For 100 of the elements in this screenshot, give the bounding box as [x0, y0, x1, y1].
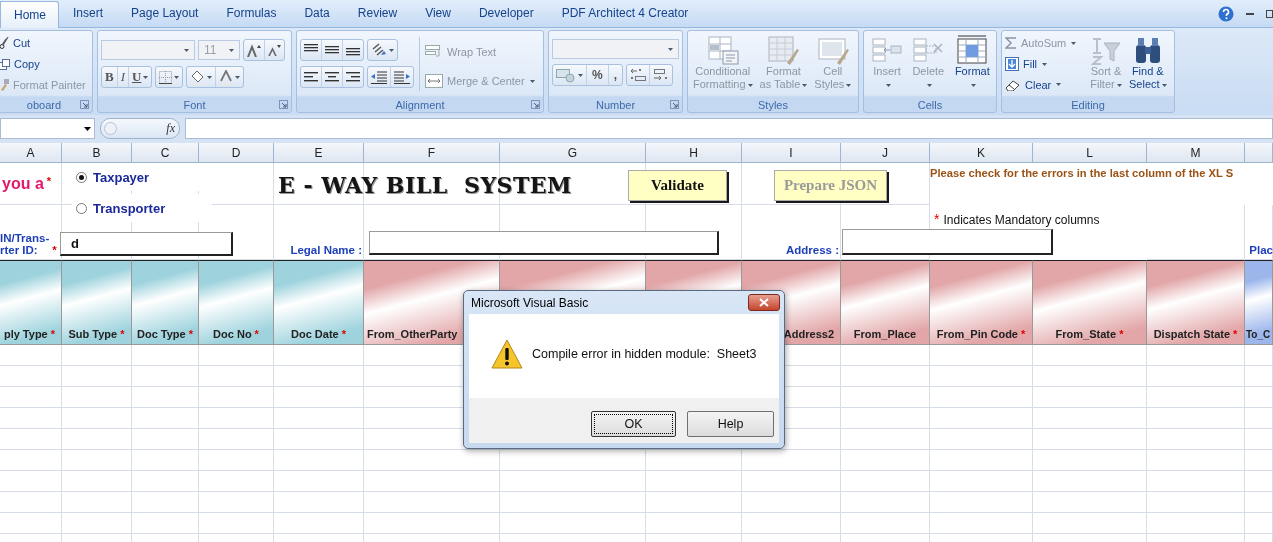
ribbon-tab[interactable]: Data [290, 6, 344, 27]
table-brush-icon [767, 35, 800, 65]
insert-function-button[interactable]: fx [166, 121, 175, 136]
increase-indent-icon [394, 70, 410, 84]
ribbon-tab[interactable]: Developer [464, 6, 548, 27]
dialog-message: Compile error in hidden module: Sheet3 [532, 347, 757, 361]
caret-icon [174, 75, 180, 79]
column-heading-cell: Doc No * [199, 260, 274, 345]
font-style-button[interactable]: I [117, 67, 129, 87]
ribbon-tab[interactable]: Home [0, 1, 59, 28]
column-header[interactable]: L [1033, 143, 1147, 163]
group-label: Cells [917, 98, 943, 111]
number-style-button[interactable]: % [587, 65, 609, 85]
ribbon-tab[interactable]: View [411, 6, 465, 27]
caret-icon [229, 48, 234, 52]
caret-icon [235, 75, 241, 79]
ribbon-button[interactable]: Find & Select [1127, 33, 1169, 95]
warning-icon [491, 339, 523, 369]
align-middle-icon [325, 44, 339, 56]
dialog-button[interactable]: Help [687, 411, 774, 437]
column-heading-cell: Doc Type * [132, 260, 199, 345]
format-cells-icon [956, 35, 989, 65]
caret-icon [1056, 83, 1062, 87]
close-button[interactable] [748, 294, 780, 311]
caret-icon [143, 75, 149, 79]
field-label: IN/Trans- rter ID: * [0, 232, 58, 258]
input-field[interactable]: d [60, 232, 233, 256]
ribbon-tab[interactable]: Insert [59, 6, 118, 27]
column-header[interactable]: F [364, 143, 500, 163]
caret-icon [1116, 83, 1122, 87]
fill-bucket-icon [190, 69, 206, 85]
font-style-button[interactable]: U [129, 67, 152, 87]
dialog-launcher-icon [670, 100, 679, 109]
caret-icon [529, 79, 535, 83]
sheet-button[interactable]: Validate [628, 170, 727, 201]
column-header[interactable]: G [500, 143, 646, 163]
currency-icon [556, 67, 576, 83]
ribbon-button[interactable]: Format [951, 33, 993, 95]
column-heading-cell: From_State * [1033, 260, 1147, 345]
group-label: Font [183, 98, 206, 111]
decrease-decimal-icon [653, 68, 669, 82]
formula-field[interactable] [185, 118, 1273, 139]
column-header[interactable]: E [274, 143, 364, 163]
column-heading-cell: Doc Date * [274, 260, 364, 345]
font-shrink-icon [268, 44, 281, 56]
restore-icon [1266, 9, 1273, 18]
align-center-icon [325, 71, 339, 83]
error-note: Please check for the errors in the last column of the XL S [930, 163, 1273, 205]
caret-icon [578, 73, 583, 77]
dialog-launcher-icon [531, 100, 540, 109]
column-header[interactable]: A [0, 143, 62, 163]
input-field[interactable] [842, 229, 1053, 255]
fill-color-button[interactable] [187, 67, 217, 87]
ribbon-command[interactable]: Cut [0, 33, 86, 54]
close-icon [759, 298, 769, 307]
group-label: oboard [26, 98, 62, 111]
column-header[interactable]: M [1147, 143, 1245, 163]
column-header[interactable]: C [132, 143, 199, 163]
column-header[interactable]: J [841, 143, 930, 163]
column-heading-cell: From_Pin Code * [930, 260, 1033, 345]
dialog-button[interactable]: OK [591, 411, 676, 437]
column-header[interactable]: I [742, 143, 841, 163]
field-label: Legal Name : [289, 244, 363, 258]
group-label: Number [595, 98, 636, 111]
align-left-button[interactable] [301, 67, 322, 87]
ribbon-command[interactable]: Clear [1005, 74, 1085, 95]
sigma-icon [1005, 37, 1017, 50]
copy-icon [0, 58, 10, 70]
align-top-button[interactable] [301, 40, 322, 60]
ribbon-tab[interactable]: Review [343, 6, 412, 27]
column-heading-cell: From_Place [841, 260, 930, 345]
ribbon-command[interactable]: Fill [1005, 53, 1085, 75]
align-center-button[interactable] [322, 67, 343, 87]
radio-button[interactable]: Transporter [72, 194, 212, 222]
grow-font-button[interactable] [244, 40, 265, 60]
column-header[interactable]: D [199, 143, 274, 163]
cell-styles-brush-icon [816, 35, 849, 65]
align-middle-button[interactable] [322, 40, 343, 60]
number-style-button[interactable]: , [608, 65, 622, 85]
column-header[interactable]: B [62, 143, 132, 163]
merge-cells-icon [425, 74, 443, 88]
caret-icon [389, 48, 394, 52]
caret-icon [1042, 62, 1048, 66]
ribbon-tab[interactable]: Formulas [212, 6, 291, 27]
caret-icon [184, 48, 189, 52]
input-field[interactable] [369, 231, 719, 255]
group-label: Styles [758, 98, 788, 111]
font-style-button[interactable]: B [102, 67, 118, 87]
ribbon-tab[interactable]: Page Layout [117, 6, 213, 27]
caret-icon [846, 83, 852, 87]
formula-bar-toggle[interactable]: fx [100, 118, 180, 139]
column-heading-cell: ply Type * [0, 260, 62, 345]
ribbon-command[interactable]: Copy [0, 53, 86, 75]
decrease-indent-button[interactable] [368, 67, 391, 87]
ribbon-tab[interactable]: PDF Architect 4 Creator [547, 6, 703, 27]
dialog-launcher-icon [279, 100, 288, 109]
column-heading-cell: To_C [1245, 260, 1273, 345]
align-left-icon [304, 71, 318, 83]
column-header[interactable]: K [930, 143, 1033, 163]
column-header[interactable]: H [646, 143, 742, 163]
